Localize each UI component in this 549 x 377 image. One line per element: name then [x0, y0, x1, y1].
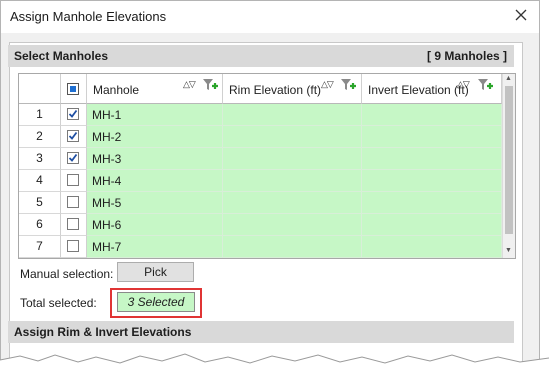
select-all-header: [61, 74, 87, 104]
manhole-cell[interactable]: MH-2: [87, 126, 223, 148]
row-number: 4: [19, 170, 61, 192]
pick-button[interactable]: Pick: [117, 262, 194, 282]
row-checkbox-cell: [61, 104, 87, 126]
row-checkbox[interactable]: [67, 218, 79, 230]
invert-elevation-cell[interactable]: [362, 236, 502, 258]
row-checkbox[interactable]: [67, 152, 79, 164]
filter-icon[interactable]: [202, 78, 218, 92]
sort-icon[interactable]: △▽: [183, 79, 196, 90]
manhole-name: MH-5: [92, 196, 122, 210]
row-number: 3: [19, 148, 61, 170]
title-bar: Assign Manhole Elevations: [0, 0, 540, 33]
sort-icon[interactable]: △▽: [457, 79, 470, 90]
rim-elevation-cell[interactable]: [223, 236, 362, 258]
rim-elevation-cell[interactable]: [223, 170, 362, 192]
filter-icon[interactable]: [477, 78, 493, 92]
manhole-cell[interactable]: MH-7: [87, 236, 223, 258]
scrollbar-thumb[interactable]: [505, 86, 513, 234]
row-number: 7: [19, 236, 61, 258]
select-manholes-title: Select Manholes: [14, 49, 109, 63]
column-header-manhole[interactable]: Manhole △▽: [87, 74, 223, 104]
column-header-rim[interactable]: Rim Elevation (ft) △▽: [223, 74, 362, 104]
invert-elevation-cell[interactable]: [362, 170, 502, 192]
manhole-grid: Manhole △▽ Rim Elevation (ft) △▽ Invert …: [18, 73, 516, 259]
window-title: Assign Manhole Elevations: [10, 9, 167, 24]
invert-elevation-cell[interactable]: [362, 104, 502, 126]
rim-elevation-cell[interactable]: [223, 192, 362, 214]
row-checkbox-cell: [61, 170, 87, 192]
manhole-name: MH-1: [92, 108, 122, 122]
manhole-name: MH-4: [92, 174, 122, 188]
column-header-invert[interactable]: Invert Elevation (ft) △▽: [362, 74, 502, 104]
manual-selection-label: Manual selection:: [20, 267, 114, 281]
row-checkbox[interactable]: [67, 174, 79, 186]
total-selected-label: Total selected:: [20, 296, 97, 310]
manhole-name: MH-7: [92, 240, 122, 254]
assign-elevations-title: Assign Rim & Invert Elevations: [14, 325, 192, 339]
check-icon: [68, 131, 78, 140]
rim-elevation-cell[interactable]: [223, 148, 362, 170]
filter-icon[interactable]: [340, 78, 356, 92]
scroll-down-icon[interactable]: ▼: [505, 247, 512, 254]
invert-elevation-cell[interactable]: [362, 192, 502, 214]
column-header-manhole-label: Manhole: [93, 83, 140, 97]
invert-elevation-cell[interactable]: [362, 126, 502, 148]
select-all-checkbox[interactable]: [67, 83, 79, 95]
manhole-name: MH-6: [92, 218, 122, 232]
check-icon: [68, 153, 78, 162]
manhole-cell[interactable]: MH-5: [87, 192, 223, 214]
scroll-up-icon[interactable]: ▲: [505, 75, 512, 82]
invert-elevation-cell[interactable]: [362, 214, 502, 236]
row-checkbox[interactable]: [67, 108, 79, 120]
grid-scrollbar[interactable]: ▲ ▼: [502, 74, 515, 258]
total-selected-value: 3 Selected: [117, 292, 195, 312]
sort-icon[interactable]: △▽: [321, 79, 334, 90]
column-header-rim-label: Rim Elevation (ft): [229, 83, 322, 97]
rim-elevation-cell[interactable]: [223, 214, 362, 236]
check-icon: [68, 109, 78, 118]
manhole-cell[interactable]: MH-4: [87, 170, 223, 192]
row-checkbox[interactable]: [67, 240, 79, 252]
row-checkbox-cell: [61, 126, 87, 148]
invert-elevation-cell[interactable]: [362, 148, 502, 170]
select-manholes-header: Select Manholes [ 9 Manholes ]: [8, 45, 514, 67]
row-number-header: [19, 74, 61, 104]
row-checkbox-cell: [61, 236, 87, 258]
rim-elevation-cell[interactable]: [223, 126, 362, 148]
row-number: 1: [19, 104, 61, 126]
manhole-cell[interactable]: MH-1: [87, 104, 223, 126]
row-number: 2: [19, 126, 61, 148]
column-header-invert-label: Invert Elevation (ft): [368, 83, 469, 97]
close-icon[interactable]: [513, 7, 529, 23]
row-checkbox-cell: [61, 192, 87, 214]
manhole-name: MH-2: [92, 130, 122, 144]
assign-elevations-header: Assign Rim & Invert Elevations: [8, 321, 514, 343]
manhole-cell[interactable]: MH-6: [87, 214, 223, 236]
row-checkbox-cell: [61, 148, 87, 170]
row-number: 6: [19, 214, 61, 236]
manhole-count: [ 9 Manholes ]: [426, 49, 507, 63]
row-checkbox[interactable]: [67, 196, 79, 208]
torn-edge: [0, 353, 549, 377]
row-number: 5: [19, 192, 61, 214]
row-checkbox-cell: [61, 214, 87, 236]
rim-elevation-cell[interactable]: [223, 104, 362, 126]
manhole-name: MH-3: [92, 152, 122, 166]
manhole-cell[interactable]: MH-3: [87, 148, 223, 170]
row-checkbox[interactable]: [67, 130, 79, 142]
